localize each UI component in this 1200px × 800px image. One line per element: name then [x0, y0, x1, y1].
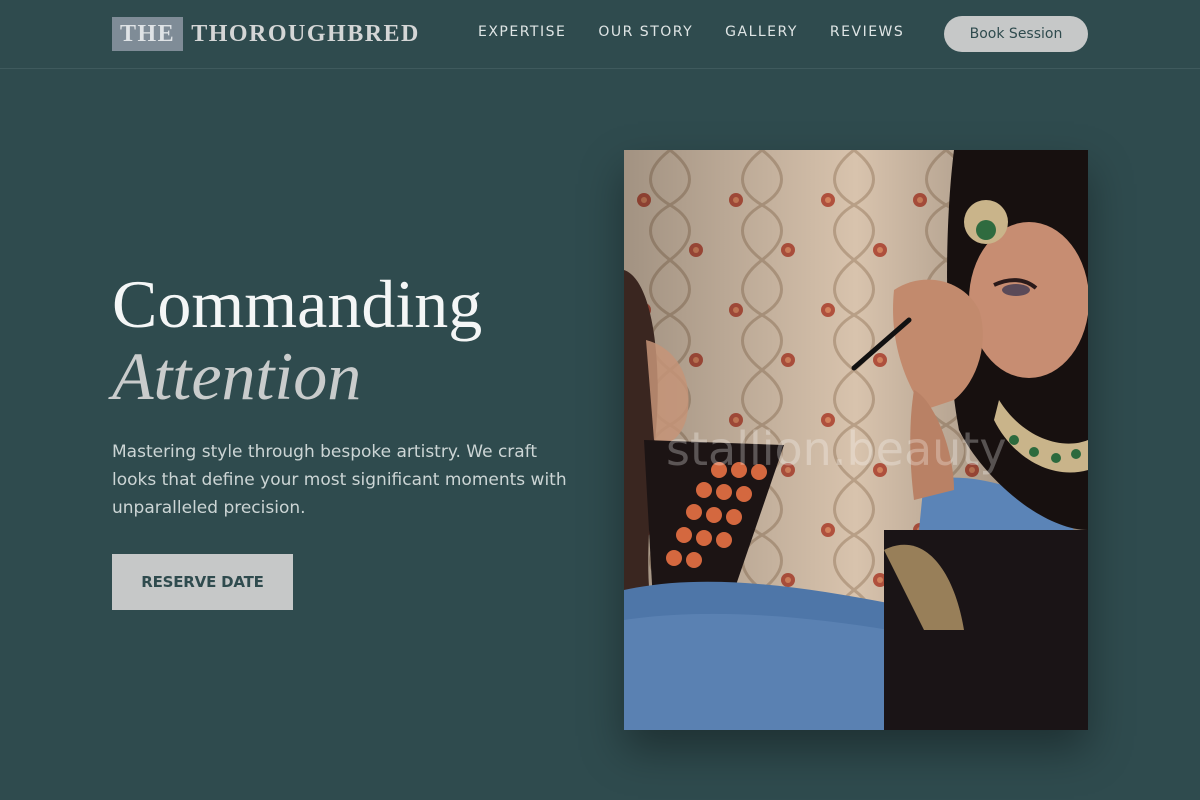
nav-link-our-story[interactable]: OUR STORY	[598, 24, 693, 40]
logo-text: THOROUGHBRED	[191, 20, 420, 47]
photo-watermark: stallion.beauty	[666, 422, 1007, 476]
brand-logo[interactable]: THE THOROUGHBRED	[112, 17, 420, 51]
nav-link-gallery[interactable]: GALLERY	[725, 24, 798, 40]
hero-photo: stallion.beauty	[624, 150, 1088, 730]
hero-title-line2: Attention	[112, 338, 362, 414]
hero-description: Mastering style through bespoke artistry…	[112, 442, 567, 518]
hero-title: Commanding Attention	[112, 268, 482, 412]
site-header: THE THOROUGHBRED EXPERTISE OUR STORY GAL…	[0, 0, 1200, 69]
logo-box: THE	[112, 17, 184, 51]
hero-title-line1: Commanding	[112, 266, 483, 342]
book-session-button[interactable]: Book Session	[944, 16, 1088, 52]
main-nav: EXPERTISE OUR STORY GALLERY REVIEWS	[478, 24, 904, 40]
nav-link-expertise[interactable]: EXPERTISE	[478, 24, 566, 40]
nav-link-reviews[interactable]: REVIEWS	[830, 24, 904, 40]
reserve-date-button[interactable]: RESERVE DATE	[112, 554, 293, 610]
